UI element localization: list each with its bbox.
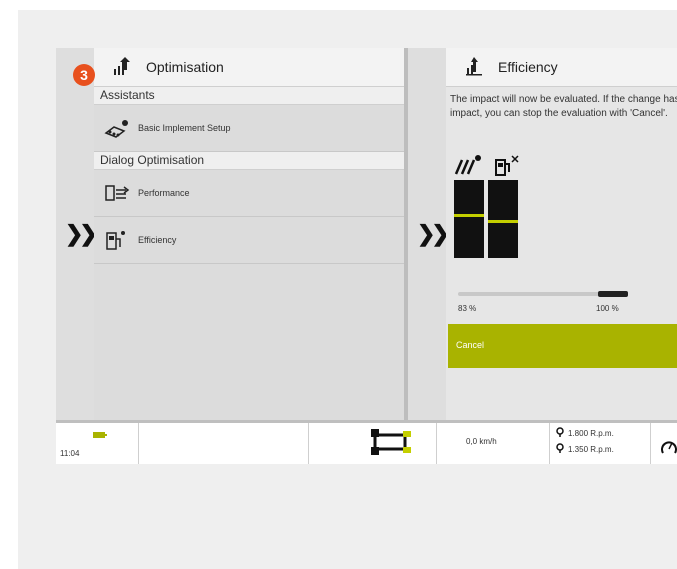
implement-icon [104,120,128,138]
clock: 11:04 [60,449,80,458]
gauge-icon [661,441,677,454]
speed-cell [436,423,550,464]
section-assistants: Assistants [94,87,404,105]
empty-cell [138,423,309,464]
chevron-right-icon[interactable]: ❯❯ [417,221,450,247]
evaluation-progress [458,291,628,297]
cancel-label: Cancel [456,340,485,350]
item-label: Basic Implement Setup [138,123,231,133]
progress-fill [598,291,628,297]
efficiency-icon [466,57,482,76]
performance-bar [454,180,484,258]
target-marker [488,220,518,223]
panel-header: Optimisation [94,48,404,87]
fuel-gauge-icon [495,155,519,176]
performance-gauge-icon [454,155,481,175]
tractor-icon[interactable] [369,427,413,457]
item-label: Efficiency [138,235,177,245]
chevron-right-icon[interactable]: ❯❯ [65,221,98,247]
status-bar: 11:04 0,0 km/h 1.800 R.p.m. 1.350 R.p.m. [56,420,677,464]
fuel-icon [106,231,125,250]
panel-header: Efficiency [446,48,677,87]
optimisation-panel: Optimisation Assistants Basic Implement … [94,48,408,420]
fuel-bar [488,180,518,258]
step-badge: 3 [73,64,95,86]
optimisation-icon [114,57,130,75]
list-item-performance[interactable]: Performance [94,170,404,217]
item-label: Performance [138,188,190,198]
time-cell: 11:04 [56,423,139,464]
progress-start-label: 83 % [458,304,477,313]
list-item-efficiency[interactable]: Efficiency [94,217,404,264]
right-rail[interactable]: ❯❯ [408,48,450,420]
progress-end-label: 100 % [596,304,619,313]
efficiency-panel: Efficiency The impact will now be evalua… [446,48,677,420]
terminal-screen: ❯❯ Optimisation Assistants Basic Impleme… [56,48,677,464]
performance-icon [105,185,130,201]
target-marker [454,214,484,217]
panel-title: Efficiency [498,59,558,75]
cancel-button[interactable]: Cancel [448,324,677,368]
battery-icon [93,432,107,438]
list-item-basic-implement-setup[interactable]: Basic Implement Setup [94,105,404,152]
evaluation-description: The impact will now be evaluated. If the… [450,94,677,119]
section-dialog-optimisation: Dialog Optimisation [94,152,404,170]
rpm-cell [552,423,651,464]
page-title: Optimisation [146,59,224,75]
left-rail[interactable]: ❯❯ [56,48,98,420]
